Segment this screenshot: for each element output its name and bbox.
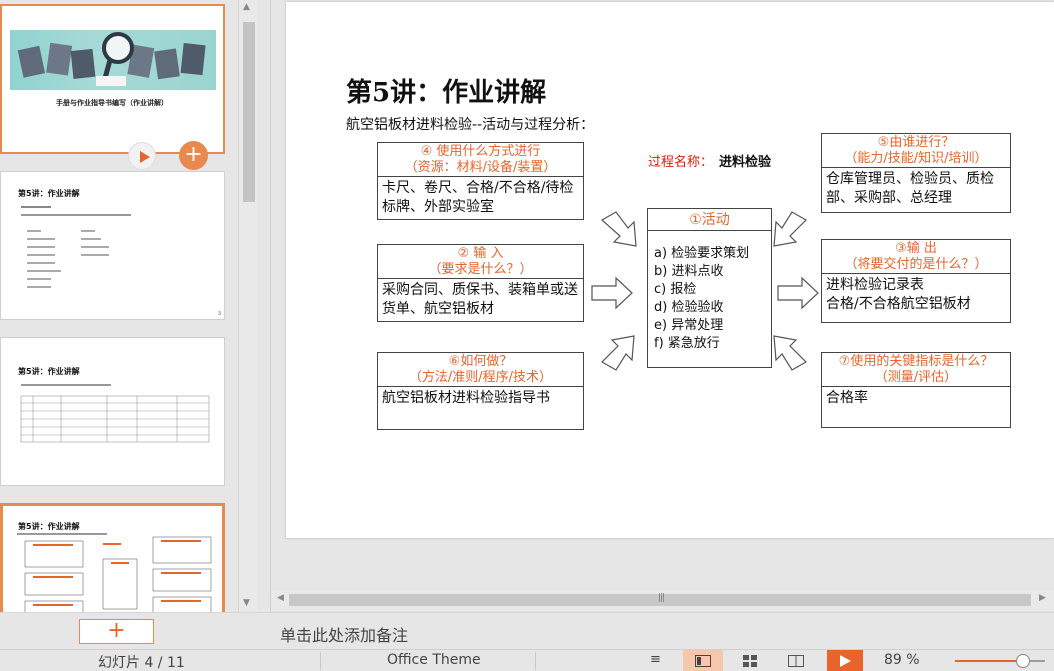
play-icon	[840, 655, 851, 667]
zoom-slider[interactable]	[955, 650, 1045, 671]
slide-thumbnail-1[interactable]: 手册与作业指导书编写（作业讲解）	[0, 4, 225, 154]
normal-view-button[interactable]	[683, 650, 723, 671]
scrollbar-thumb[interactable]	[243, 22, 255, 202]
notes-toggle-icon[interactable]: ≡	[650, 652, 661, 667]
divider	[535, 652, 536, 670]
arrow-input-to-activity	[591, 276, 633, 310]
status-bar: 幻灯片 4 / 11 Office Theme ≡ 89 %	[0, 649, 1054, 671]
thumbnail-page-number: 3	[217, 311, 221, 317]
add-slide-floating-button[interactable]: +	[179, 141, 208, 170]
add-slide-bar: +	[0, 612, 270, 649]
scroll-left-arrow-icon[interactable]: ◀	[277, 593, 284, 603]
thumbnail-banner-image	[10, 30, 216, 90]
divider	[320, 652, 321, 670]
grid-icon	[743, 655, 757, 667]
thumbnail-table	[20, 384, 210, 443]
editor-horizontal-scrollbar[interactable]: ◀ ||| ▶	[271, 590, 1054, 610]
diagram-arrows	[591, 211, 819, 371]
slideshow-button[interactable]	[827, 650, 863, 671]
slide-editor: 第5讲：作业讲解 航空铝板材进料检验--活动与过程分析： 过程名称： 进料检验 …	[270, 0, 1054, 612]
scroll-up-arrow-icon[interactable]: ▲	[243, 2, 250, 12]
scroll-down-arrow-icon[interactable]: ▼	[243, 598, 250, 608]
reading-view-button[interactable]	[776, 650, 816, 671]
zoom-level[interactable]: 89 %	[884, 652, 920, 668]
notes-placeholder[interactable]: 单击此处添加备注	[280, 622, 408, 646]
book-icon	[788, 655, 804, 667]
notes-pane[interactable]: 单击此处添加备注	[270, 612, 1054, 649]
thumbnail-title: 第5讲：作业讲解	[18, 367, 80, 376]
slide-thumbnail-4[interactable]: 第5讲：作业讲解	[0, 503, 225, 612]
add-slide-button[interactable]: +	[79, 619, 154, 644]
documents-magnifier-illustration	[17, 32, 206, 86]
thumbnail-title: 第5讲：作业讲解	[18, 189, 80, 198]
arrow-method-to-activity	[601, 335, 635, 371]
zoom-slider-knob[interactable]	[1016, 654, 1030, 668]
zoom-slider-fill	[955, 660, 1020, 662]
grip-icon: |||	[658, 593, 665, 603]
thumbnail-scrollbar[interactable]: ▲ ▼	[238, 0, 258, 612]
arrow-who-to-activity	[773, 211, 807, 247]
slide-thumbnail-2[interactable]: 第5讲：作业讲解 3	[0, 171, 225, 320]
thumbnail-diagram	[17, 533, 212, 612]
slide-thumbnail-3[interactable]: 第5讲：作业讲解	[0, 337, 225, 486]
thumbnail-text-lines	[21, 206, 131, 288]
arrow-activity-to-output	[777, 276, 819, 310]
arrow-resources-to-activity	[600, 211, 637, 247]
plus-icon: +	[184, 142, 203, 167]
slide-counter: 幻灯片 4 / 11	[98, 655, 185, 671]
arrow-kpi-to-activity	[773, 335, 807, 371]
normal-view-icon	[695, 655, 711, 667]
plus-icon: +	[107, 618, 126, 643]
current-slide[interactable]: 第5讲：作业讲解 航空铝板材进料检验--活动与过程分析： 过程名称： 进料检验 …	[286, 2, 1054, 538]
play-icon	[140, 151, 150, 163]
play-slideshow-button[interactable]	[128, 142, 156, 170]
slide-thumbnail-pane: 手册与作业指导书编写（作业讲解） + 第5讲：作业讲解 3 第5讲：作业讲解 第…	[0, 0, 258, 612]
thumbnail-title: 手册与作业指导书编写（作业讲解）	[56, 99, 168, 107]
scroll-right-arrow-icon[interactable]: ▶	[1039, 593, 1046, 603]
theme-name: Office Theme	[387, 652, 481, 668]
slide-sorter-button[interactable]	[730, 650, 770, 671]
